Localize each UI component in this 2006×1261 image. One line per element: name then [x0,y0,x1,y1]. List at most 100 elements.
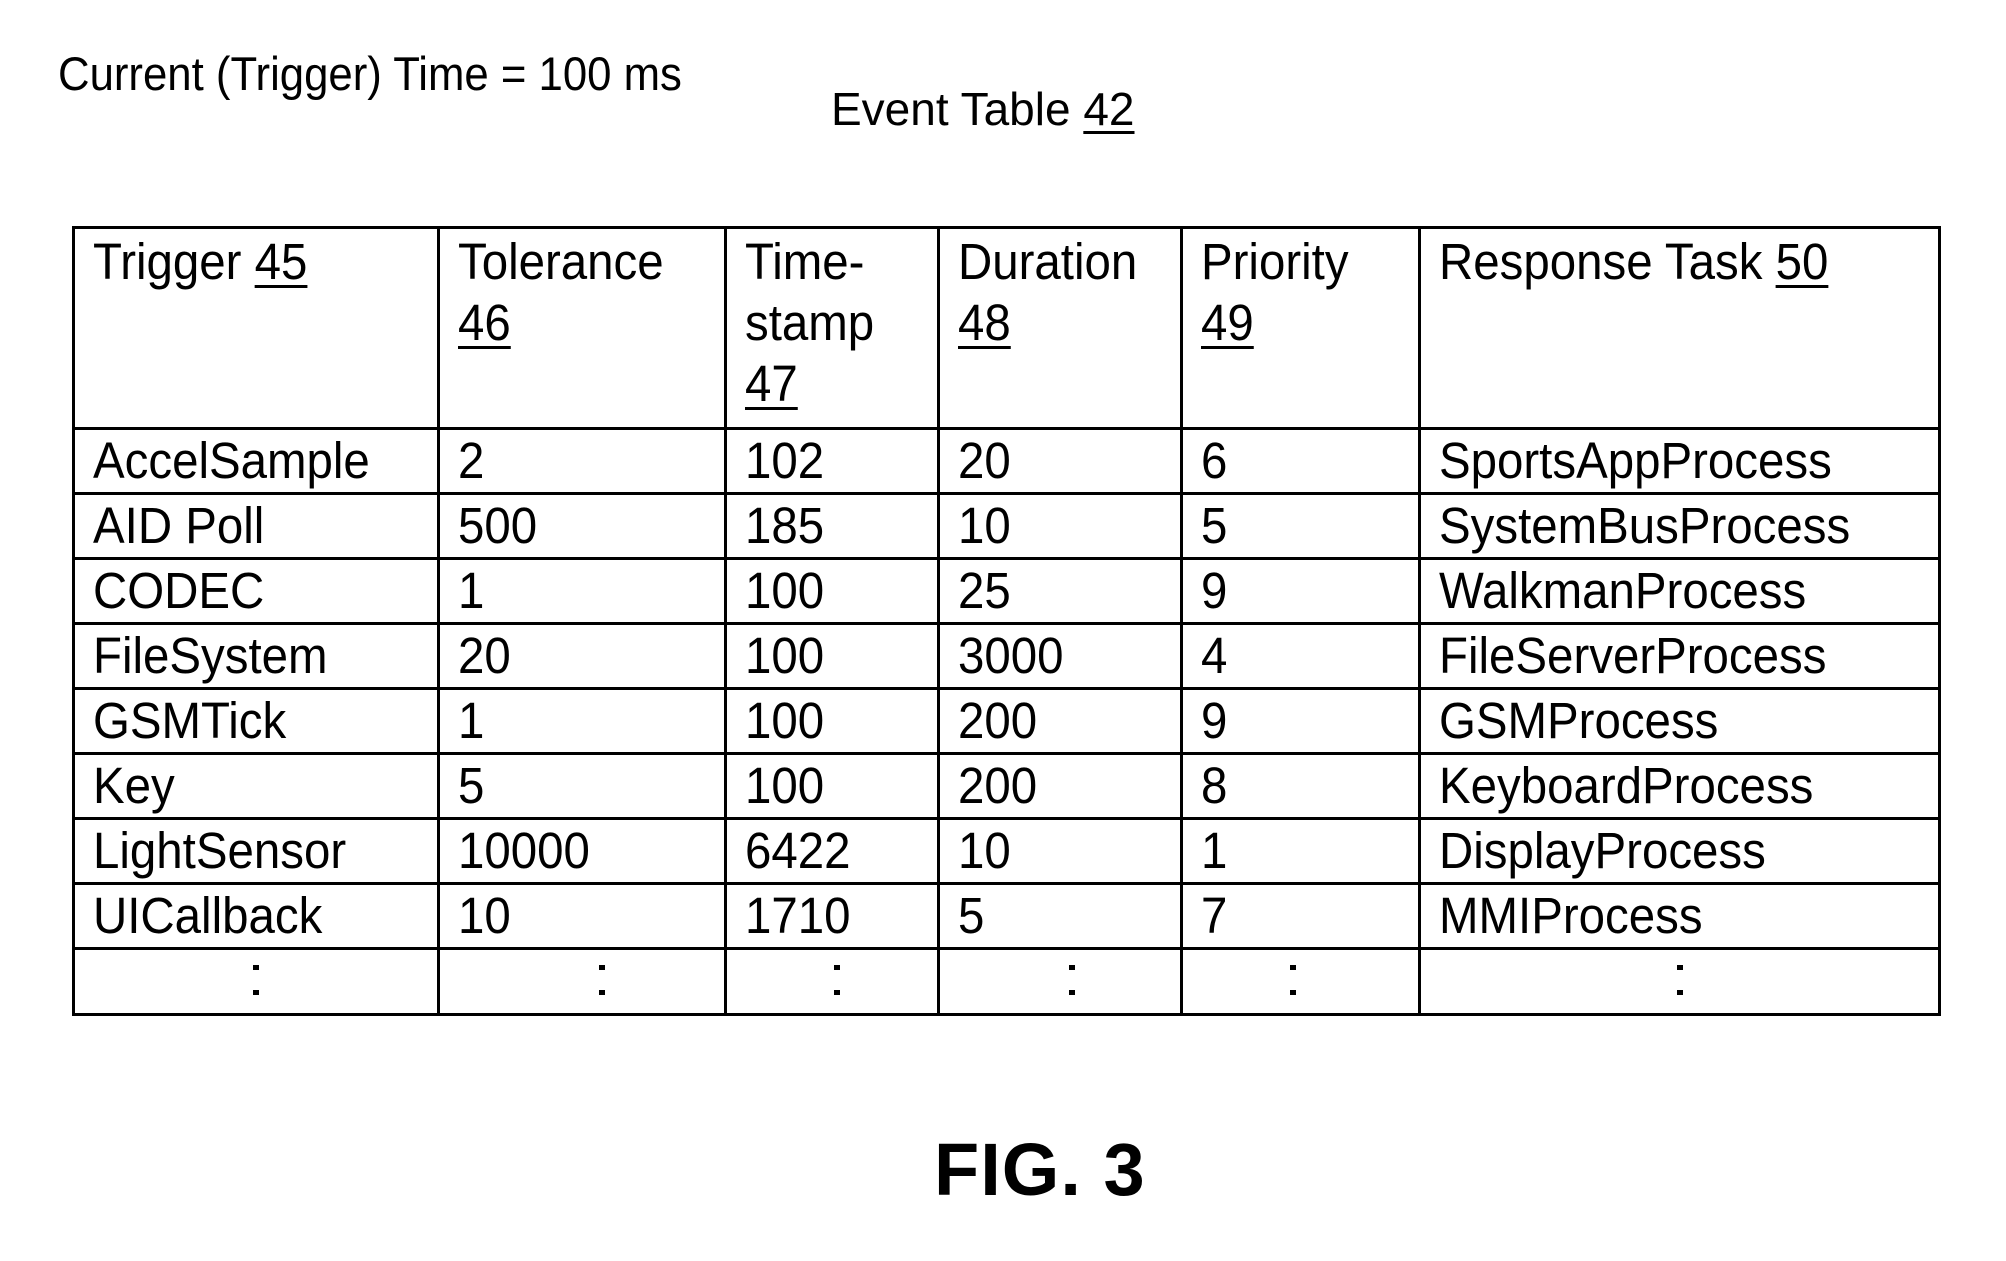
cell-trigger: Key [72,752,440,820]
cell-response-task: DisplayProcess [1418,817,1941,885]
cell-value: 1710 [745,887,851,944]
cell-tolerance: 5 [437,752,727,820]
column-header-line: 46 [458,292,705,353]
cell-value: 100 [745,562,825,619]
cell-value: 8 [1201,757,1228,814]
cell-value: 6422 [745,822,851,879]
column-ref-number: 45 [254,233,308,290]
column-header-line: Priority [1201,231,1403,292]
vertical-ellipsis-icon [1676,959,1684,999]
column-header-line: Trigger 45 [93,231,413,292]
cell-value: 10000 [458,822,590,879]
cell-value: DisplayProcess [1439,822,1766,879]
cell-value: AID Poll [93,497,265,554]
cell-continuation [437,947,727,1016]
column-header-line: Duration [958,231,1164,292]
cell-value: 4 [1201,627,1228,684]
cell-value: 100 [745,692,825,749]
cell-timestamp: 100 [724,687,940,755]
cell-value: GSMTick [93,692,287,749]
table-row: Key 5 100 200 8 KeyboardProcess [72,752,1941,820]
cell-trigger: CODEC [72,557,440,625]
cell-value: 200 [958,692,1038,749]
cell-value: CODEC [93,562,265,619]
cell-continuation [1180,947,1421,1016]
cell-continuation [72,947,440,1016]
cell-value: UICallback [93,887,323,944]
cell-value: 20 [458,627,511,684]
column-header-line: 47 [745,353,924,414]
cell-trigger: FileSystem [72,622,440,690]
cell-priority: 7 [1180,882,1421,950]
column-ref-number: 47 [745,355,798,412]
cell-value: FileSystem [93,627,328,684]
cell-value: FileServerProcess [1439,627,1827,684]
cell-timestamp: 1710 [724,882,940,950]
cell-value: SportsAppProcess [1439,432,1832,489]
cell-priority: 6 [1180,427,1421,495]
cell-priority: 9 [1180,687,1421,755]
column-header-line: Tolerance [458,231,705,292]
table-body: AccelSample 2 102 20 6 SportsAppProcess AID Po… [72,427,1941,1016]
cell-value: LightSensor [93,822,347,879]
cell-duration: 10 [937,817,1183,885]
cell-duration: 200 [937,687,1183,755]
table-title: Event Table 42 [831,82,1135,136]
continuation-row [72,947,1941,1016]
cell-trigger: UICallback [72,882,440,950]
cell-tolerance: 2 [437,427,727,495]
cell-duration: 20 [937,427,1183,495]
table-row: AID Poll 500 185 10 5 SystemBusProcess [72,492,1941,560]
cell-tolerance: 20 [437,622,727,690]
cell-value: 500 [458,497,538,554]
cell-value: GSMProcess [1439,692,1719,749]
cell-value: 20 [958,432,1011,489]
cell-duration: 25 [937,557,1183,625]
column-header-line: Response Task 50 [1439,231,1903,292]
column-ref-number: 46 [458,294,511,351]
column-header-line: 49 [1201,292,1403,353]
table-row: FileSystem 20 100 3000 4 FileServerProcess [72,622,1941,690]
cell-response-task: KeyboardProcess [1418,752,1941,820]
cell-timestamp: 100 [724,622,940,690]
column-header-trigger: Trigger 45 [72,226,440,430]
column-ref-number: 49 [1201,294,1254,351]
cell-priority: 1 [1180,817,1421,885]
cell-value: AccelSample [93,432,370,489]
cell-value: 1 [458,692,485,749]
vertical-ellipsis-icon [1068,959,1076,999]
vertical-ellipsis-icon [598,959,606,999]
table-row: GSMTick 1 100 200 9 GSMProcess [72,687,1941,755]
cell-trigger: LightSensor [72,817,440,885]
column-header-text: Priority [1201,233,1349,290]
cell-response-task: WalkmanProcess [1418,557,1941,625]
cell-value: SystemBusProcess [1439,497,1851,554]
cell-tolerance: 10000 [437,817,727,885]
cell-value: 100 [745,627,825,684]
cell-trigger: AccelSample [72,427,440,495]
column-header-text: Trigger [93,233,242,290]
cell-priority: 9 [1180,557,1421,625]
cell-value: Key [93,757,175,814]
cell-value: 6 [1201,432,1228,489]
cell-value: 1 [458,562,485,619]
column-header-text: Time- [745,233,865,290]
cell-timestamp: 100 [724,752,940,820]
cell-trigger: AID Poll [72,492,440,560]
table-title-text: Event Table [831,83,1071,135]
cell-timestamp: 100 [724,557,940,625]
cell-tolerance: 10 [437,882,727,950]
table-row: UICallback 10 1710 5 7 MMIProcess [72,882,1941,950]
cell-value: 10 [958,822,1011,879]
cell-value: 9 [1201,692,1228,749]
cell-value: 10 [958,497,1011,554]
cell-value: MMIProcess [1439,887,1703,944]
cell-priority: 4 [1180,622,1421,690]
column-ref-number: 50 [1775,233,1829,290]
cell-value: 25 [958,562,1011,619]
cell-continuation [1418,947,1941,1016]
cell-value: 3000 [958,627,1064,684]
cell-response-task: MMIProcess [1418,882,1941,950]
column-ref-number: 48 [958,294,1011,351]
cell-response-task: FileServerProcess [1418,622,1941,690]
